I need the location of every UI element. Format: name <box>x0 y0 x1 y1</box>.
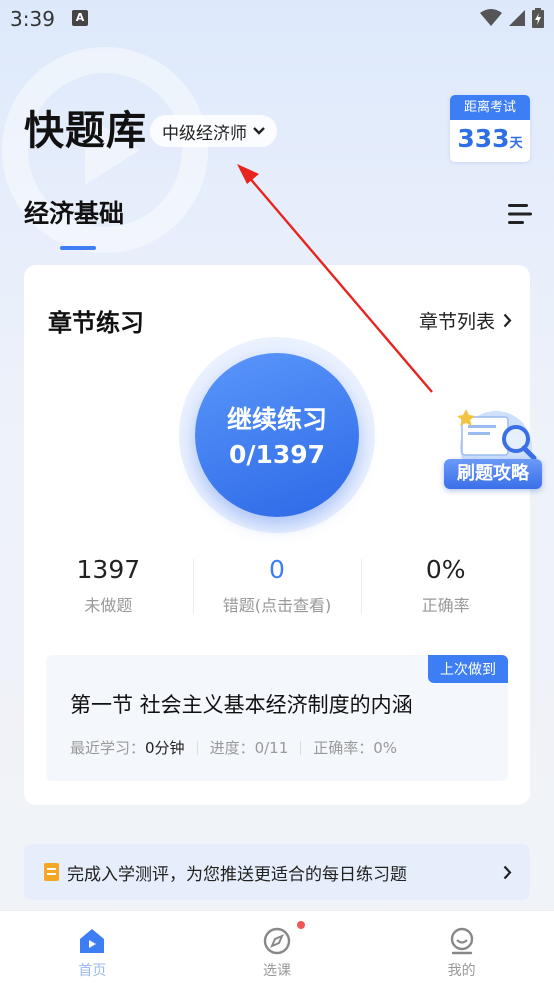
divider <box>300 740 302 755</box>
magnifier-document-icon <box>457 409 537 465</box>
divider <box>196 740 198 755</box>
tab-subject-economics[interactable]: 经济基础 <box>24 194 124 230</box>
level-selector-label: 中级经济师 <box>162 123 247 144</box>
tab-home[interactable]: 首页 <box>0 911 185 984</box>
exam-countdown-value: 333天 <box>450 124 530 153</box>
menu-icon[interactable] <box>506 202 532 226</box>
app-title: 快题库 <box>24 108 147 154</box>
clipboard-icon <box>44 863 59 881</box>
tab-courses-label: 选课 <box>263 963 291 979</box>
chevron-right-icon <box>503 313 512 328</box>
stat-undone: 1397 未做题 <box>24 555 193 625</box>
chapter-practice-card: 章节练习 章节列表 继续练习 0/1397 1397 未做题 0 错题(点击查看… <box>24 265 530 805</box>
tab-courses[interactable]: 选课 <box>185 911 370 984</box>
continue-practice-button[interactable]: 继续练习 0/1397 <box>195 353 359 517</box>
exam-countdown-badge[interactable]: 距离考试 333天 <box>450 95 530 162</box>
banner-text: 完成入学测评，为您推送更适合的每日练习题 <box>67 864 407 885</box>
stat-value: 1397 <box>76 555 141 584</box>
bottom-tab-bar: 首页 选课 我的 <box>0 910 554 984</box>
tab-profile[interactable]: 我的 <box>369 911 554 984</box>
chapter-list-label: 章节列表 <box>418 311 495 333</box>
home-icon <box>80 929 105 953</box>
chevron-down-icon <box>253 127 265 135</box>
section-progress: 进度：0/11 <box>209 739 289 757</box>
battery-icon <box>532 8 544 28</box>
continue-label: 继续练习 <box>226 405 327 434</box>
exam-countdown-label: 距离考试 <box>450 95 530 120</box>
assessment-banner[interactable]: 完成入学测评，为您推送更适合的每日练习题 <box>24 844 530 900</box>
profile-icon <box>450 927 473 955</box>
study-time-value: 0分钟 <box>145 739 185 757</box>
notification-app-icon: A <box>72 10 88 26</box>
exam-days-unit: 天 <box>509 136 523 151</box>
practice-guide-float-button[interactable]: 刷题攻略 <box>444 405 542 500</box>
stat-label: 错题(点击查看) <box>222 596 332 615</box>
compass-icon <box>263 927 291 955</box>
continue-progress: 0/1397 <box>228 440 326 469</box>
notification-dot <box>297 921 305 929</box>
last-practice-tag: 上次做到 <box>428 655 508 683</box>
practice-guide-label: 刷题攻略 <box>444 459 542 489</box>
stat-value: 0 <box>269 555 285 584</box>
last-practice-meta: 最近学习： 0分钟 进度：0/11 正确率：0% <box>70 737 397 758</box>
tab-active-indicator <box>60 246 96 250</box>
exam-days: 333 <box>457 124 510 153</box>
last-section-title: 第一节 社会主义基本经济制度的内涵 <box>70 693 413 717</box>
status-bar: 3:39 A <box>0 0 554 40</box>
tab-home-label: 首页 <box>78 963 107 979</box>
stat-label: 正确率 <box>421 596 470 615</box>
stat-wrong[interactable]: 0 错题(点击查看) <box>192 555 362 625</box>
section-accuracy: 正确率：0% <box>313 739 398 757</box>
status-icons <box>480 8 544 28</box>
tab-profile-label: 我的 <box>447 963 476 979</box>
chevron-right-icon <box>503 865 512 879</box>
last-practice-box[interactable]: 上次做到 第一节 社会主义基本经济制度的内涵 最近学习： 0分钟 进度：0/11… <box>46 655 508 781</box>
wifi-icon <box>480 9 502 26</box>
level-selector[interactable]: 中级经济师 <box>150 115 277 147</box>
status-time: 3:39 <box>10 7 55 31</box>
card-title: 章节练习 <box>48 309 144 337</box>
stat-label: 未做题 <box>84 596 133 615</box>
study-time-label: 最近学习： <box>70 739 146 757</box>
chapter-list-link[interactable]: 章节列表 <box>419 307 512 334</box>
stat-value: 0% <box>425 555 466 584</box>
signal-icon <box>509 10 525 26</box>
stat-accuracy: 0% 正确率 <box>361 555 530 625</box>
stats-row: 1397 未做题 0 错题(点击查看) 0% 正确率 <box>24 555 530 625</box>
